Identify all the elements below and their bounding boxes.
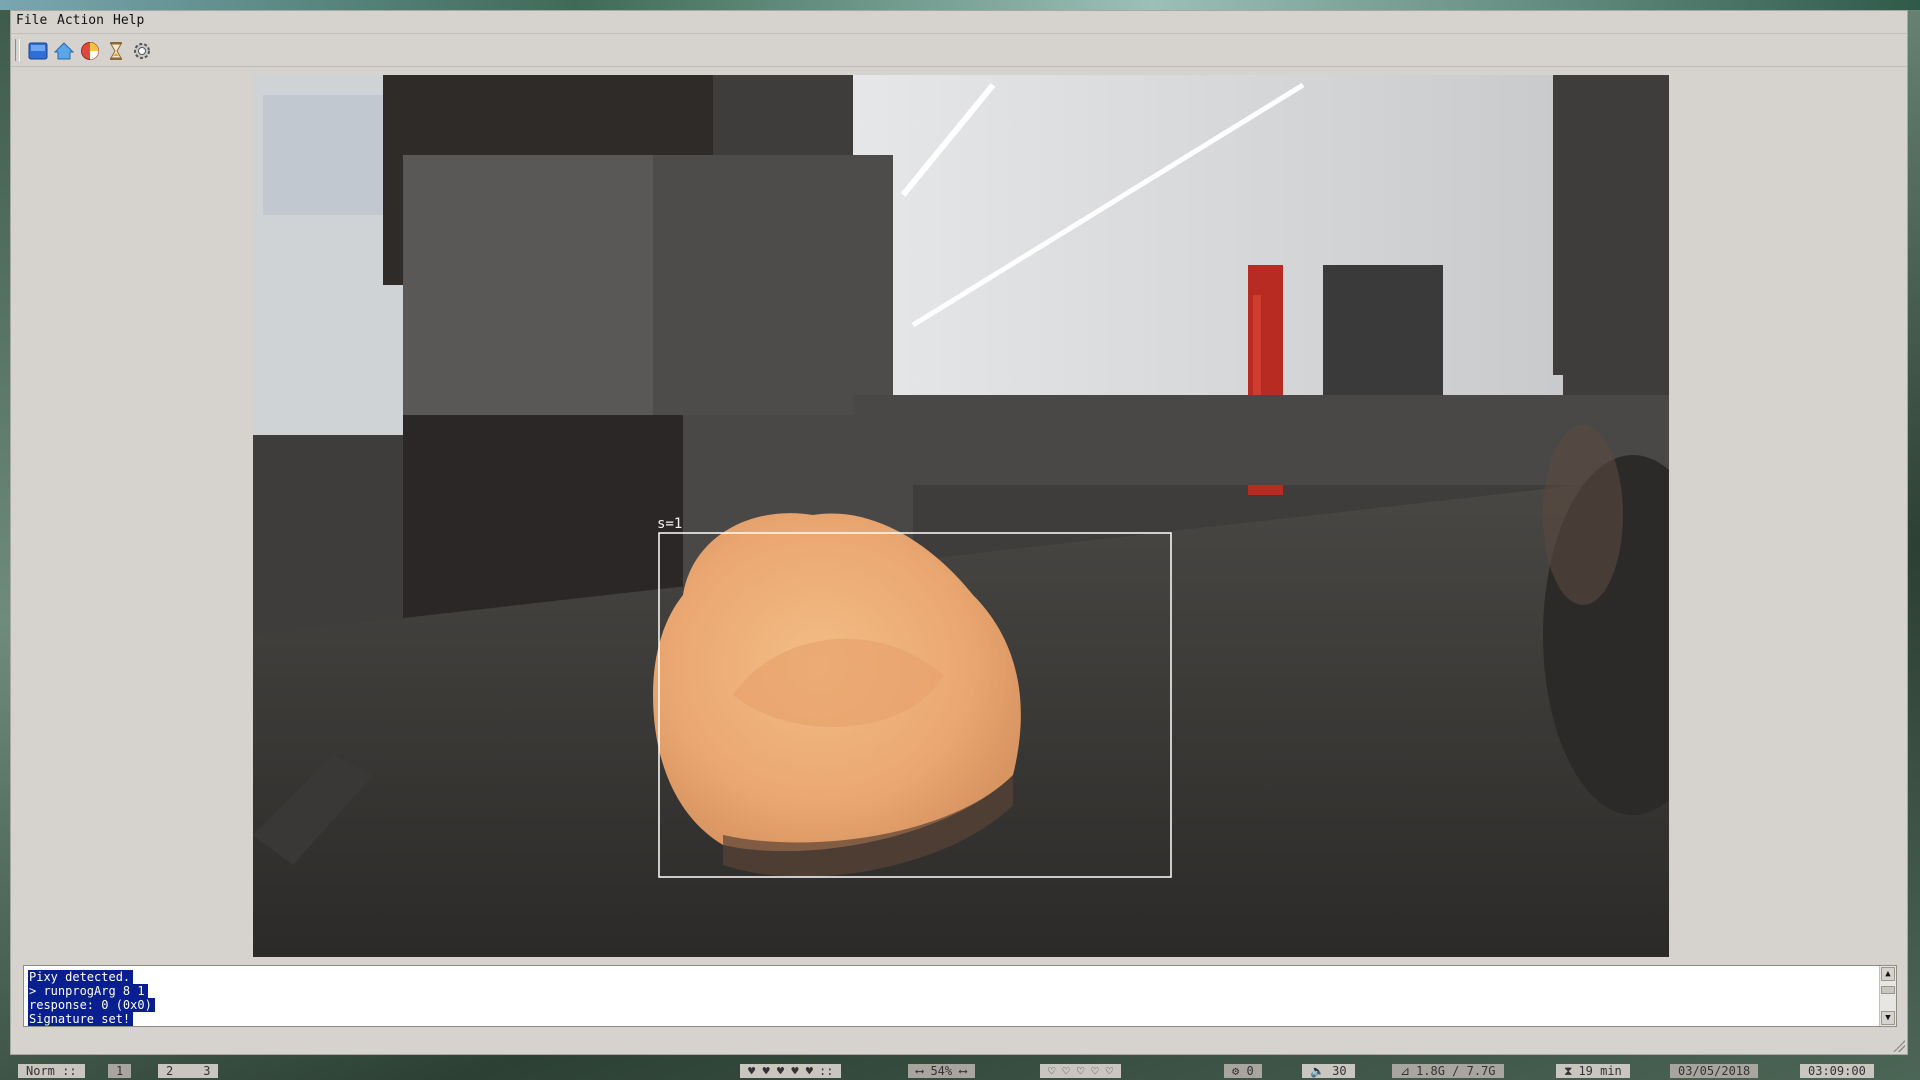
time-indicator: 03:09:00 — [1800, 1064, 1874, 1078]
volume-indicator: 🔈 30 — [1302, 1064, 1355, 1078]
color-wheel-icon — [81, 42, 99, 60]
memory-text: 1.8G / 7.7G — [1416, 1064, 1496, 1078]
monitor-icon — [28, 42, 48, 60]
raw-video-button[interactable] — [27, 40, 49, 62]
heart-outline-icon: ♡ ♡ ♡ ♡ ♡ — [1048, 1064, 1114, 1078]
time-text: 03:09:00 — [1808, 1064, 1866, 1078]
workspace-list: 1 — [108, 1064, 132, 1078]
configure-button[interactable] — [131, 40, 153, 62]
desktop-wallpaper — [0, 0, 1920, 10]
home-icon — [54, 42, 74, 60]
detection-box-label: s=1 — [657, 516, 683, 532]
stop-button[interactable] — [105, 40, 127, 62]
cpu-text: ⚙ 0 — [1232, 1064, 1254, 1078]
toolbar-grip[interactable] — [15, 39, 20, 61]
console-output[interactable]: Pixy detected. > runprogArg 8 1 response… — [23, 965, 1897, 1027]
cpu-indicator: ⚙ 0 — [1224, 1064, 1262, 1078]
console-line: Pixy detected. — [28, 970, 134, 984]
console-line: Signature set! — [28, 1012, 134, 1026]
menu-file[interactable]: File — [16, 13, 47, 28]
menu-bar: File Action Help — [11, 11, 1907, 31]
workspace-3[interactable]: 3 — [203, 1064, 210, 1078]
menu-help[interactable]: Help — [113, 13, 144, 28]
health-indicator: ♥ ♥ ♥ ♥ ♥ :: — [740, 1064, 842, 1078]
default-program-button[interactable] — [53, 40, 75, 62]
battery-indicator: ⧗ 19 min — [1556, 1064, 1630, 1078]
date-text: 03/05/2018 — [1678, 1064, 1751, 1078]
mode-indicator: Norm :: — [18, 1064, 85, 1078]
status-bar: Norm :: 1 2 3 ♥ ♥ ♥ ♥ ♥ :: ⟷ 54% ⟷ ♡ ♡ ♡… — [0, 1062, 1920, 1080]
menu-action[interactable]: Action — [57, 13, 104, 28]
workspace-1[interactable]: 1 — [116, 1064, 123, 1078]
window-resize-grip[interactable] — [1893, 1040, 1905, 1052]
workspace-2[interactable]: 2 — [166, 1064, 173, 1078]
scroll-thumb[interactable] — [1881, 986, 1895, 994]
pixymon-window: File Action Help s=1 Pixy detected. > ru… — [10, 10, 1908, 1055]
console-line: > runprogArg 8 1 — [28, 984, 148, 998]
volume-text: 🔈 30 — [1310, 1064, 1347, 1078]
width-readout-text: ⟷ 54% ⟷ — [916, 1064, 967, 1078]
mode-label: Norm :: — [26, 1064, 77, 1078]
workspace-list-rest: 2 3 — [158, 1064, 219, 1078]
empty-hearts: ♡ ♡ ♡ ♡ ♡ — [1040, 1064, 1122, 1078]
toolbar — [11, 33, 1907, 67]
memory-indicator: ⊿ 1.8G / 7.7G — [1392, 1064, 1504, 1078]
console-lines: Pixy detected. > runprogArg 8 1 response… — [28, 970, 155, 1026]
gear-icon — [134, 43, 150, 59]
status-separator: :: — [819, 1064, 834, 1078]
hourglass-icon — [110, 42, 122, 60]
date-indicator: 03/05/2018 — [1670, 1064, 1759, 1078]
scroll-down-button[interactable]: ▼ — [1881, 1011, 1895, 1025]
memory-icon: ⊿ — [1400, 1064, 1411, 1078]
scroll-up-button[interactable]: ▲ — [1881, 967, 1895, 981]
heart-icon: ♥ ♥ ♥ ♥ ♥ — [748, 1064, 814, 1078]
camera-view[interactable]: s=1 — [253, 75, 1669, 957]
console-line: response: 0 (0x0) — [28, 998, 155, 1012]
battery-text: 19 min — [1578, 1064, 1622, 1078]
width-readout: ⟷ 54% ⟷ — [908, 1064, 975, 1078]
arrow-up-icon: ▲ — [1885, 969, 1891, 979]
color-connected-components-button[interactable] — [79, 40, 101, 62]
console-scrollbar[interactable]: ▲ ▼ — [1879, 966, 1896, 1026]
camera-frame — [253, 75, 1669, 957]
hourglass-small-icon: ⧗ — [1564, 1064, 1573, 1078]
arrow-down-icon: ▼ — [1885, 1013, 1891, 1023]
